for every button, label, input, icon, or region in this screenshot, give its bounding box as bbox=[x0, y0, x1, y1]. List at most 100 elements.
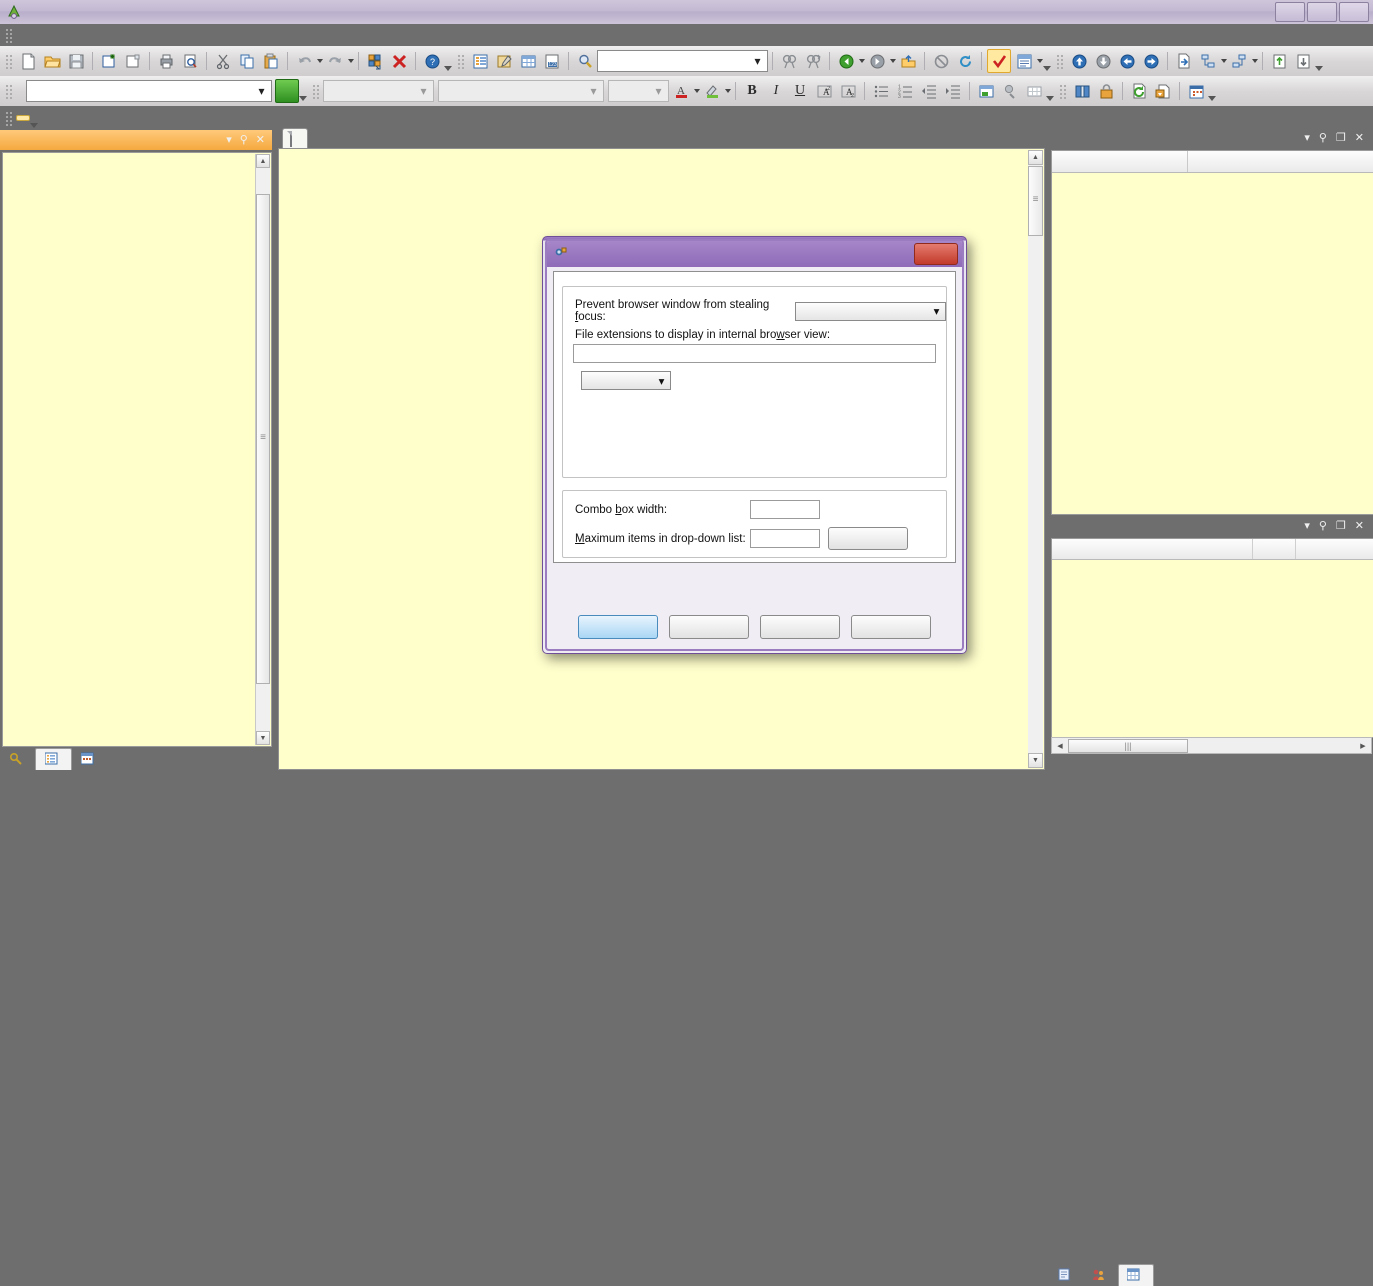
chevron-down-icon[interactable]: ▾ bbox=[653, 374, 670, 388]
outline-icon[interactable] bbox=[469, 50, 491, 72]
font-family-combo[interactable]: ▾ bbox=[438, 80, 604, 102]
find-icon[interactable] bbox=[778, 50, 800, 72]
font-size-combo[interactable]: ▾ bbox=[608, 80, 669, 102]
menu-item-file[interactable] bbox=[16, 33, 32, 37]
undo-dropdown-icon[interactable] bbox=[317, 59, 323, 63]
combo-box-width-input[interactable] bbox=[750, 500, 820, 519]
help-icon[interactable]: ? bbox=[421, 50, 443, 72]
options-dialog-close-button[interactable] bbox=[914, 243, 958, 265]
toolbar-gripper-1[interactable] bbox=[5, 53, 13, 69]
minimize-button[interactable] bbox=[1275, 2, 1305, 22]
item-attributes-grid[interactable] bbox=[1051, 150, 1373, 515]
export-icon[interactable] bbox=[1173, 50, 1195, 72]
format-gripper[interactable] bbox=[312, 83, 320, 99]
font-color-dropdown-icon[interactable] bbox=[694, 89, 700, 93]
copy-icon[interactable] bbox=[236, 50, 258, 72]
form-icon[interactable]: 123 bbox=[541, 50, 563, 72]
cancel-button[interactable] bbox=[669, 615, 749, 639]
forward-dropdown-icon[interactable] bbox=[890, 59, 896, 63]
prevent-focus-select[interactable]: ▾ bbox=[795, 301, 946, 321]
menu-item-item[interactable] bbox=[112, 33, 128, 37]
checkmark-icon[interactable] bbox=[987, 49, 1011, 73]
scroll-thumb[interactable] bbox=[1028, 166, 1043, 236]
numbered-list-icon[interactable]: 123 bbox=[894, 80, 916, 102]
tab-child-items[interactable] bbox=[1118, 1264, 1154, 1286]
ok-button[interactable] bbox=[578, 615, 658, 639]
find-next-icon[interactable] bbox=[802, 50, 824, 72]
column-date-accessed[interactable] bbox=[1296, 539, 1373, 559]
close-icon[interactable]: ✕ bbox=[256, 134, 265, 146]
up-icon[interactable] bbox=[897, 50, 919, 72]
go-button[interactable] bbox=[275, 79, 299, 103]
save-icon[interactable] bbox=[65, 50, 87, 72]
toolbar-overflow-icon-2[interactable] bbox=[1043, 49, 1051, 73]
max-items-input[interactable] bbox=[750, 529, 820, 548]
menu-item-edit[interactable] bbox=[32, 33, 48, 37]
refresh-icon[interactable] bbox=[954, 50, 976, 72]
paragraph-style-combo[interactable]: ▾ bbox=[323, 80, 434, 102]
promote-icon[interactable] bbox=[1197, 50, 1219, 72]
insert-object-icon[interactable] bbox=[975, 80, 997, 102]
menu-item-format[interactable] bbox=[128, 33, 144, 37]
menu-item-go[interactable] bbox=[64, 33, 80, 37]
favorites-overflow-icon[interactable] bbox=[30, 106, 38, 130]
export-doc-icon[interactable] bbox=[1152, 80, 1174, 102]
search-icon[interactable] bbox=[574, 50, 596, 72]
print-preview-icon[interactable] bbox=[179, 50, 201, 72]
collapse-icon[interactable] bbox=[1292, 50, 1314, 72]
cut-icon[interactable] bbox=[212, 50, 234, 72]
expand-icon[interactable] bbox=[1268, 50, 1290, 72]
font-color-icon[interactable]: A bbox=[670, 80, 692, 102]
move-up-icon[interactable] bbox=[1068, 50, 1090, 72]
redo-icon[interactable] bbox=[324, 50, 346, 72]
back-dropdown-icon[interactable] bbox=[859, 59, 865, 63]
close-icon[interactable]: ✕ bbox=[1355, 133, 1364, 144]
column-item-title[interactable] bbox=[1052, 539, 1253, 559]
explorer-tree[interactable]: ▲ ▼ bbox=[2, 152, 272, 747]
child-items-grid[interactable] bbox=[1051, 538, 1373, 738]
underline-icon[interactable]: U bbox=[789, 80, 811, 102]
menu-item-tree[interactable] bbox=[144, 33, 160, 37]
delete-icon[interactable] bbox=[388, 50, 410, 72]
new-item-icon[interactable] bbox=[98, 50, 120, 72]
chevron-down-icon[interactable]: ▾ bbox=[651, 82, 666, 100]
menu-item-view[interactable] bbox=[48, 33, 64, 37]
hscroll-thumb[interactable]: ||| bbox=[1068, 738, 1188, 753]
tab-item-parents[interactable] bbox=[1084, 1265, 1118, 1286]
reading-pane-icon[interactable] bbox=[1013, 50, 1035, 72]
subscript-icon[interactable]: A2 bbox=[837, 80, 859, 102]
help-button[interactable] bbox=[851, 615, 931, 639]
chevron-down-icon[interactable]: ▾ bbox=[1304, 521, 1310, 532]
chevron-down-icon[interactable]: ▾ bbox=[226, 134, 232, 146]
close-icon[interactable]: ✕ bbox=[1355, 521, 1364, 532]
format-overflow-icon[interactable] bbox=[1046, 79, 1054, 103]
address-input[interactable]: ▾ bbox=[26, 80, 272, 102]
print-icon[interactable] bbox=[155, 50, 177, 72]
go-back-icon[interactable] bbox=[1116, 50, 1138, 72]
tab-calendar[interactable] bbox=[72, 749, 107, 770]
demote-dropdown-icon[interactable] bbox=[1252, 59, 1258, 63]
chevron-down-icon[interactable]: ▾ bbox=[928, 304, 945, 318]
redo-dropdown-icon[interactable] bbox=[348, 59, 354, 63]
back-icon[interactable] bbox=[835, 50, 857, 72]
dictionary-icon[interactable] bbox=[1071, 80, 1093, 102]
tab-data-explorer[interactable] bbox=[35, 748, 72, 770]
toolbar-gripper-3[interactable] bbox=[1056, 53, 1064, 69]
menu-item-tools[interactable] bbox=[160, 33, 176, 37]
explorer-scrollbar[interactable]: ▲ ▼ bbox=[255, 154, 270, 745]
tools-gripper[interactable] bbox=[1059, 83, 1067, 99]
document-scrollbar[interactable]: ▲ ▼ bbox=[1028, 150, 1043, 768]
tab-search[interactable] bbox=[0, 749, 35, 770]
toolbar-search-combo[interactable]: ▾ bbox=[597, 50, 768, 72]
menu-item-window[interactable] bbox=[176, 33, 192, 37]
toolbar-overflow-icon[interactable] bbox=[444, 49, 452, 73]
stop-icon[interactable] bbox=[930, 50, 952, 72]
tools-overflow-icon[interactable] bbox=[1208, 79, 1216, 103]
new-sibling-icon[interactable] bbox=[122, 50, 144, 72]
explorer-view-mode-select[interactable]: ▾ bbox=[581, 371, 671, 390]
file-extensions-input[interactable] bbox=[573, 344, 936, 363]
maximize-icon[interactable]: ❐ bbox=[1336, 133, 1346, 144]
undo-icon[interactable] bbox=[293, 50, 315, 72]
chevron-down-icon[interactable]: ▾ bbox=[586, 82, 601, 100]
bold-icon[interactable]: B bbox=[741, 80, 763, 102]
